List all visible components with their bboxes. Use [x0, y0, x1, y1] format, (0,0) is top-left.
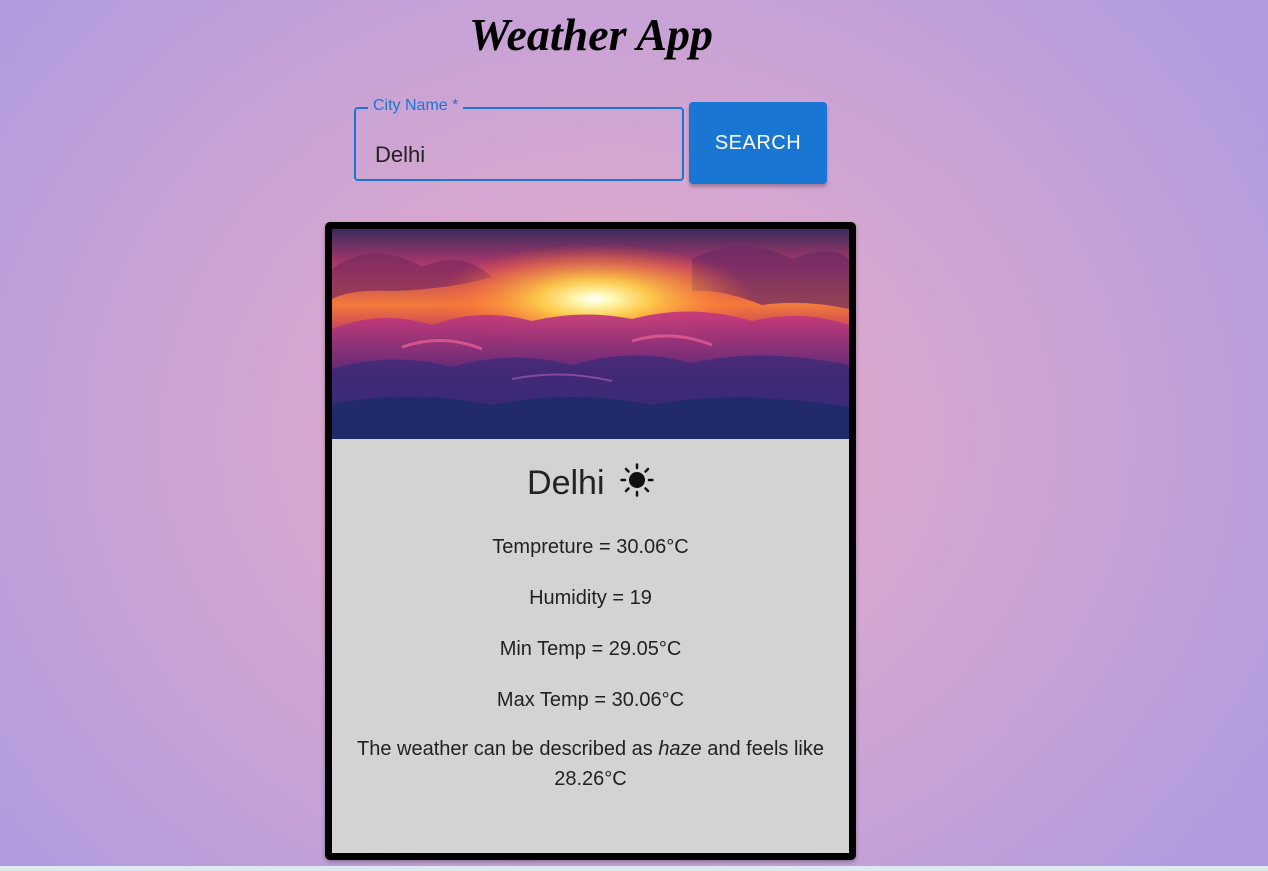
weather-image	[332, 229, 849, 439]
weather-condition: haze	[658, 738, 702, 760]
description-prefix: The weather can be described as	[357, 738, 659, 760]
city-heading: Delhi	[332, 463, 849, 503]
humidity-text: Humidity = 19	[529, 587, 652, 609]
bottom-strip	[0, 866, 1268, 871]
city-name-input[interactable]	[375, 140, 665, 170]
weather-card: Delhi Tempreture = 30.06°C Humidity = 19…	[325, 222, 856, 860]
sun-icon	[620, 463, 654, 497]
weather-details: Delhi Tempreture = 30.06°C Humidity = 19…	[332, 439, 849, 853]
weather-description: The weather can be described as haze and…	[352, 734, 829, 794]
search-button[interactable]: SEARCH	[689, 102, 827, 184]
min-temp-text: Min Temp = 29.05°C	[499, 638, 682, 660]
page-title: Weather App	[468, 9, 714, 60]
city-name-label: City Name *	[373, 97, 459, 114]
max-temp-text: Max Temp = 30.06°C	[496, 689, 685, 711]
city-name: Delhi	[527, 464, 605, 502]
temperature-text: Tempreture = 30.06°C	[492, 536, 689, 558]
city-name-field[interactable]: City Name *	[354, 97, 684, 181]
